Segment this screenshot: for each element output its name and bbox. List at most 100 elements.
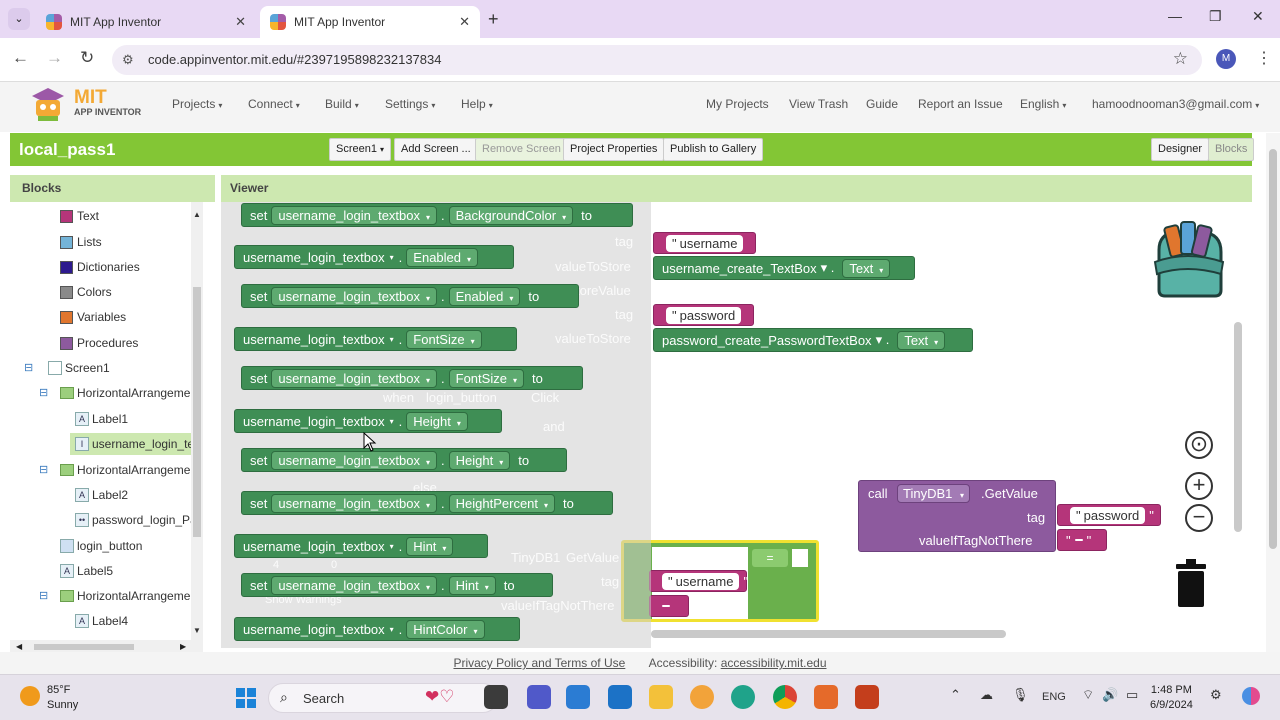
zoom-out-button[interactable]: − <box>1185 504 1213 532</box>
new-tab-button[interactable]: + <box>488 9 499 30</box>
tree-horizontal-arrangement-3[interactable]: HorizontalArrangemen <box>60 585 197 607</box>
tab-close-icon[interactable]: ✕ <box>459 14 470 30</box>
app-inventor-logo-icon[interactable] <box>28 86 68 122</box>
builtin-dictionaries[interactable]: Dictionaries <box>60 256 140 278</box>
flyout-get-fontsize[interactable]: username_login_textbox ▾. FontSize ▾ <box>234 327 517 351</box>
link-my-projects[interactable]: My Projects <box>706 97 769 111</box>
tree-label5[interactable]: A Label5 <box>60 560 113 582</box>
flyout-get-height[interactable]: username_login_textbox ▾. Height ▾ <box>234 409 502 433</box>
edge-icon[interactable] <box>731 685 755 709</box>
compare-operator[interactable]: = <box>752 549 788 567</box>
text-block-username-2[interactable]: " username " <box>649 570 748 592</box>
project-properties-button[interactable]: Project Properties <box>563 138 665 161</box>
language-menu[interactable]: English ▾ <box>1020 97 1066 111</box>
empty-socket[interactable] <box>792 549 808 567</box>
menu-projects[interactable]: Projects ▾ <box>172 97 222 111</box>
collapse-toggle-icon[interactable]: ⊟ <box>24 361 33 374</box>
taskbar-search[interactable]: ⌕ Search ❤♡ <box>268 683 498 713</box>
store-icon[interactable] <box>566 685 590 709</box>
link-view-trash[interactable]: View Trash <box>789 97 848 111</box>
site-settings-icon[interactable]: ⚙ <box>122 52 134 68</box>
windows-start-icon[interactable] <box>236 688 256 708</box>
onedrive-icon[interactable]: ☁ <box>980 687 993 703</box>
link-guide[interactable]: Guide <box>866 97 898 111</box>
chrome-icon[interactable] <box>773 685 797 709</box>
flyout-set-fontsize[interactable]: set username_login_textbox ▾ . FontSize ▾ … <box>241 366 583 390</box>
center-workspace-icon[interactable]: ⊙ <box>1185 431 1213 459</box>
builtin-text[interactable]: Text <box>60 205 99 227</box>
flyout-get-hintcolor[interactable]: username_login_textbox ▾. HintColor ▾ <box>234 617 520 641</box>
scroll-left-icon[interactable]: ◀ <box>16 642 22 651</box>
flyout-get-hint[interactable]: username_login_textbox ▾. Hint ▾ <box>234 534 488 558</box>
scroll-down-icon[interactable]: ▼ <box>193 626 201 635</box>
browser-menu-icon[interactable]: ⋮ <box>1256 48 1272 68</box>
tree-label2[interactable]: A Label2 <box>75 484 128 506</box>
microphone-icon[interactable]: 🎙 <box>1012 687 1029 703</box>
workspace-vertical-scrollbar[interactable] <box>1234 322 1242 532</box>
tab-search-icon[interactable]: ⌄ <box>8 8 30 30</box>
browser-tab[interactable]: MIT App Inventor ✕ <box>36 6 256 38</box>
tree-label4[interactable]: A Label4 <box>75 610 128 632</box>
component-getter-password-create[interactable]: password_create_PasswordTextBox ▾ . Text… <box>653 328 973 352</box>
flyout-set-hint[interactable]: set username_login_textbox ▾ . Hint ▾ to <box>241 573 553 597</box>
language-indicator[interactable]: ENG <box>1042 691 1066 703</box>
url-text[interactable]: code.appinventor.mit.edu/#23971958982321… <box>148 52 441 67</box>
flyout-set-backgroundcolor[interactable]: set username_login_textbox ▾ . Background… <box>241 203 633 227</box>
menu-connect[interactable]: Connect ▾ <box>248 97 300 111</box>
account-menu[interactable]: hamoodnooman3@gmail.com ▾ <box>1092 97 1259 111</box>
tinydb-component-dropdown[interactable]: TinyDB1 ▾ <box>897 484 971 503</box>
flyout-set-enabled[interactable]: set username_login_textbox ▾ . Enabled ▾ t… <box>241 284 579 308</box>
component-getter-username-create[interactable]: username_create_TextBox ▾ . Text ▾ <box>653 256 915 280</box>
app-icon[interactable] <box>690 685 714 709</box>
battery-icon[interactable]: ▭ <box>1126 687 1138 703</box>
menu-help[interactable]: Help ▾ <box>461 97 493 111</box>
weather-sun-icon[interactable] <box>20 686 40 706</box>
publish-gallery-button[interactable]: Publish to Gallery <box>663 138 764 161</box>
collapse-toggle-icon[interactable]: ⊟ <box>39 386 48 399</box>
menu-build[interactable]: Build ▾ <box>325 97 359 111</box>
forward-arrow-icon[interactable]: → <box>46 48 63 68</box>
copilot-icon[interactable] <box>1242 687 1260 705</box>
powerpoint-icon[interactable] <box>855 685 879 709</box>
remove-screen-button[interactable]: Remove Screen <box>475 138 568 161</box>
tree-horizontal-arrangement-2[interactable]: HorizontalArrangemen <box>60 459 197 481</box>
scroll-up-icon[interactable]: ▲ <box>193 210 201 219</box>
task-view-icon[interactable] <box>484 685 508 709</box>
text-block-username[interactable]: " username <box>653 232 757 254</box>
scroll-thumb[interactable] <box>34 644 134 650</box>
tab-close-icon[interactable]: ✕ <box>235 14 246 30</box>
collapse-toggle-icon[interactable]: ⊟ <box>39 589 48 602</box>
teams-icon[interactable] <box>527 685 551 709</box>
builtin-colors[interactable]: Colors <box>60 281 112 303</box>
tree-password-login[interactable]: •• password_login_Pa <box>75 509 197 531</box>
builtin-variables[interactable]: Variables <box>60 306 126 328</box>
notification-icon[interactable]: ⚙ <box>1210 687 1222 703</box>
minimize-button[interactable]: — <box>1168 8 1182 24</box>
tray-overflow-icon[interactable]: ⌃ <box>950 687 961 703</box>
flyout-get-enabled[interactable]: username_login_textbox ▾. Enabled ▾ <box>234 245 514 269</box>
tree-label1[interactable]: A Label1 <box>75 408 128 430</box>
bookmark-star-icon[interactable]: ☆ <box>1173 49 1188 69</box>
tree-screen1[interactable]: Screen1 <box>48 357 110 379</box>
empty-text-block[interactable] <box>649 595 689 617</box>
scroll-right-icon[interactable]: ▶ <box>180 642 186 651</box>
mail-icon[interactable] <box>608 685 632 709</box>
flyout-set-height[interactable]: set username_login_textbox ▾ . Height ▾ to <box>241 448 567 472</box>
tree-login-button[interactable]: login_button <box>60 535 142 557</box>
app-icon[interactable] <box>814 685 838 709</box>
flyout-set-heightpercent[interactable]: set username_login_textbox ▾ . HeightPerc… <box>241 491 613 515</box>
maximize-button[interactable]: ❐ <box>1209 8 1222 25</box>
back-arrow-icon[interactable]: ← <box>12 48 29 68</box>
trash-icon[interactable] <box>1173 558 1209 608</box>
backpack-icon[interactable] <box>1145 220 1229 300</box>
reload-icon[interactable]: ↻ <box>80 48 94 68</box>
scroll-thumb[interactable] <box>193 287 201 537</box>
text-block-password[interactable]: " password <box>653 304 755 326</box>
collapse-toggle-icon[interactable]: ⊟ <box>39 463 48 476</box>
address-bar[interactable]: ⚙ code.appinventor.mit.edu/#239719589823… <box>112 45 1202 75</box>
builtin-lists[interactable]: Lists <box>60 231 102 253</box>
tree-horizontal-arrangement-1[interactable]: HorizontalArrangemen <box>60 382 197 404</box>
volume-icon[interactable]: 🔊 <box>1102 687 1118 703</box>
browser-tab-active[interactable]: MIT App Inventor ✕ <box>260 6 480 38</box>
menu-settings[interactable]: Settings ▾ <box>385 97 435 111</box>
